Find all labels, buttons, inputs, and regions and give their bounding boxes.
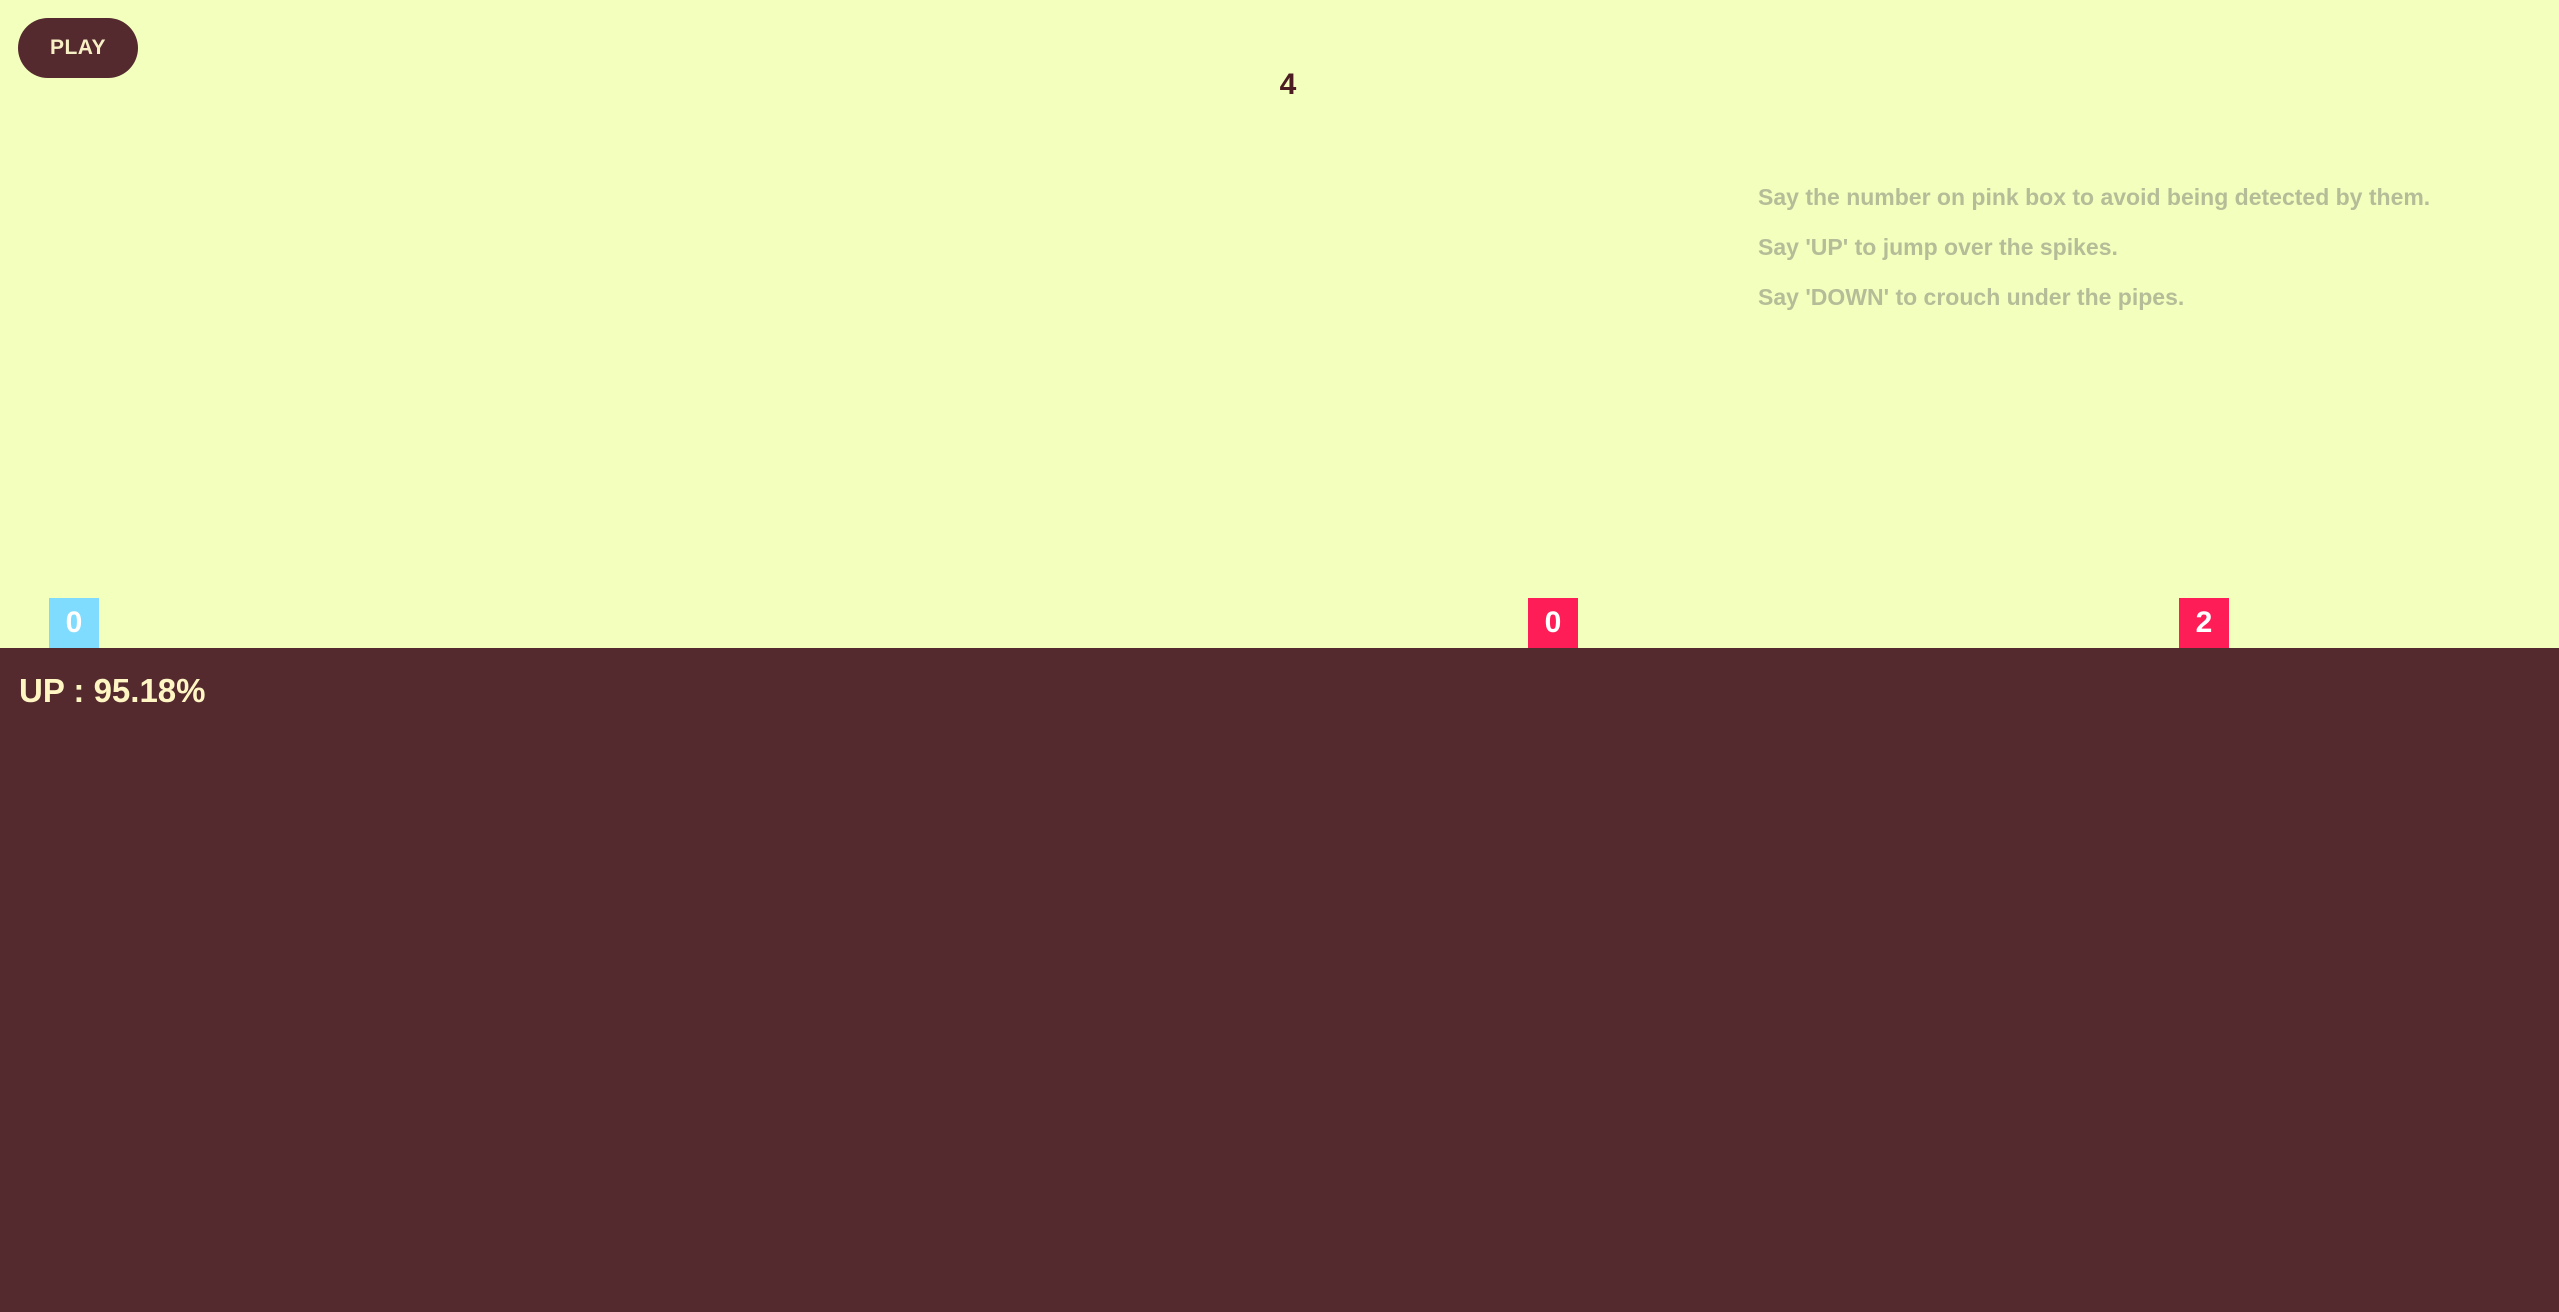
score-counter: 4 (1279, 68, 1297, 101)
enemy-box: 2 (2179, 598, 2229, 648)
play-button[interactable]: PLAY (18, 18, 138, 78)
instruction-line: Say 'UP' to jump over the spikes. (1758, 234, 2118, 260)
instruction-line: Say the number on pink box to avoid bein… (1758, 184, 2431, 210)
ground (0, 648, 2559, 1312)
instruction-line: Say 'DOWN' to crouch under the pipes. (1758, 284, 2185, 310)
enemy-box: 0 (1528, 598, 1578, 648)
player-box: 0 (49, 598, 99, 648)
instructions-panel: Say the number on pink box to avoid bein… (1758, 172, 2430, 322)
voice-prediction-readout: UP : 95.18% (19, 672, 206, 709)
game-stage: PLAY 4 Say the number on pink box to avo… (0, 0, 2559, 1312)
